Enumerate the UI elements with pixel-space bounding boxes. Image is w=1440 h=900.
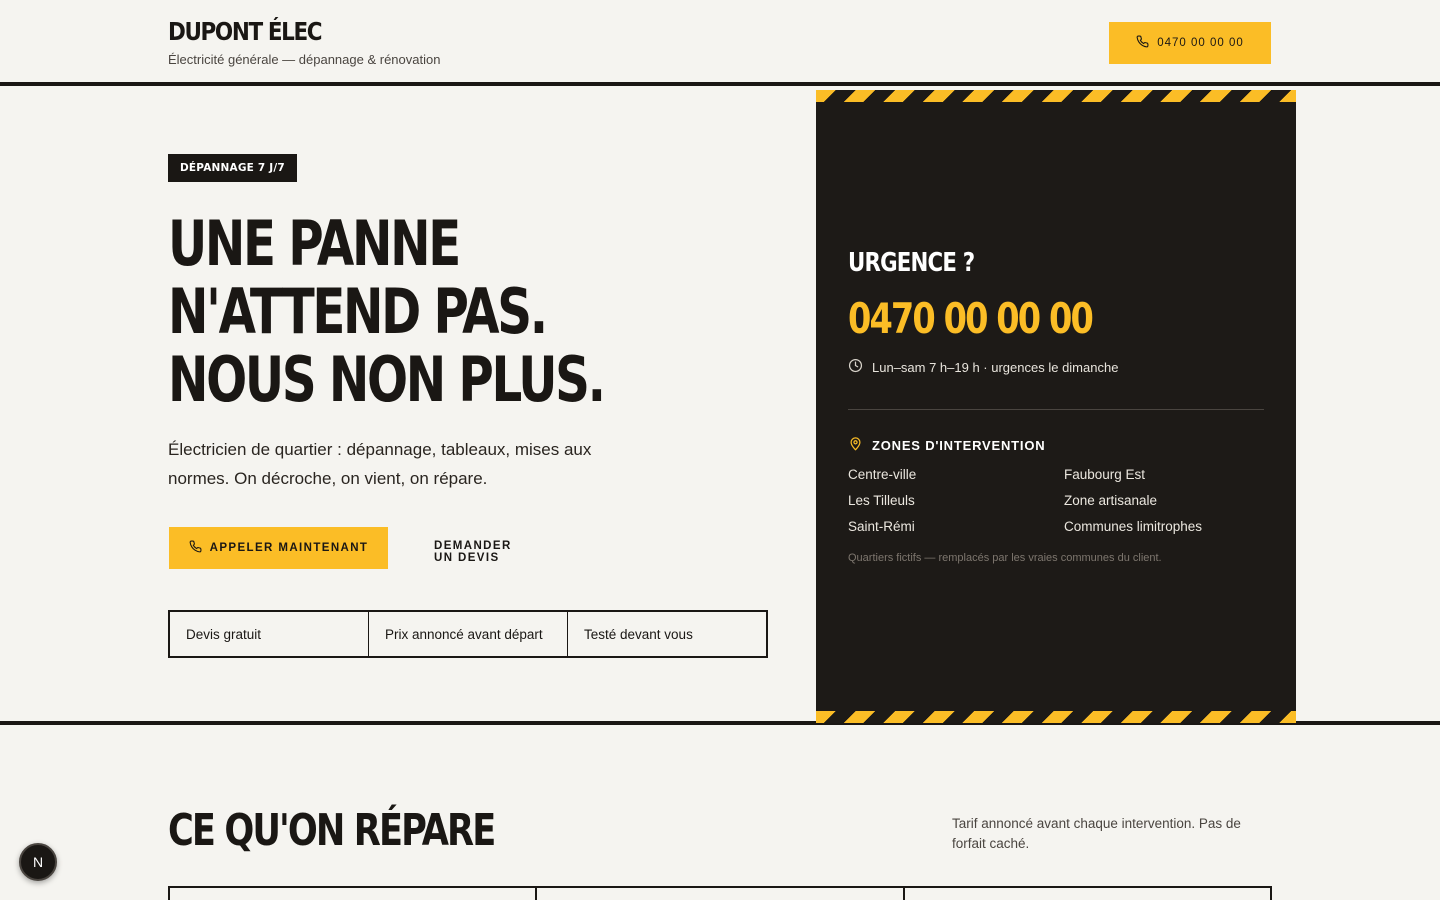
brand-name: DUPONT ÉLEC bbox=[168, 17, 323, 46]
dev-tools-label: N bbox=[32, 854, 44, 870]
service-card[interactable] bbox=[535, 888, 902, 900]
feature-item: Devis gratuit bbox=[186, 626, 262, 642]
clock-icon bbox=[848, 358, 863, 376]
phone-icon bbox=[1136, 35, 1149, 51]
zone-item: Les Tilleuls bbox=[848, 493, 915, 508]
emergency-panel: URGENCE ? 0470 00 00 00 Lun–sam 7 h–19 h… bbox=[816, 90, 1296, 723]
zones-list: Centre-ville Faubourg Est Les Tilleuls Z… bbox=[848, 466, 1264, 536]
feature-item: Prix annoncé avant départ bbox=[368, 612, 567, 656]
opening-hours-text: Lun–sam 7 h–19 h · urgences le dimanche bbox=[872, 359, 1119, 375]
features-strip: Devis gratuit Prix annoncé avant départ … bbox=[168, 610, 768, 658]
zone-item: Communes limitrophes bbox=[1064, 519, 1203, 534]
service-card[interactable] bbox=[170, 888, 535, 900]
zones-heading: ZONES D'INTERVENTION bbox=[848, 436, 1045, 454]
map-pin-icon bbox=[848, 436, 863, 454]
headline-line: N'ATTEND PAS. bbox=[168, 275, 548, 348]
emergency-title: URGENCE ? bbox=[848, 248, 975, 278]
zones-heading-text: ZONES D'INTERVENTION bbox=[872, 437, 1046, 453]
brand-tagline: Électricité générale — dépannage & rénov… bbox=[168, 52, 441, 67]
site-header: DUPONT ÉLEC Électricité générale — dépan… bbox=[0, 0, 1440, 86]
services-title: CE QU'ON RÉPARE bbox=[168, 805, 496, 856]
service-badge: DÉPANNAGE 7 J/7 bbox=[168, 154, 297, 182]
opening-hours: Lun–sam 7 h–19 h · urgences le dimanche bbox=[848, 358, 1118, 376]
call-now-button[interactable]: APPELER MAINTENANT bbox=[169, 527, 388, 569]
panel-divider bbox=[848, 409, 1264, 410]
feature-item: Testé devant vous bbox=[567, 612, 766, 656]
brand[interactable]: DUPONT ÉLEC Électricité générale — dépan… bbox=[168, 16, 440, 67]
dev-tools-button[interactable]: N bbox=[19, 843, 57, 881]
zones-note: Quartiers fictifs — remplacés par les vr… bbox=[848, 552, 1162, 564]
emergency-phone[interactable]: 0470 00 00 00 bbox=[848, 294, 1094, 343]
headline-line: UNE PANNE bbox=[168, 207, 461, 280]
service-card[interactable] bbox=[902, 888, 1270, 900]
zone-item: Zone artisanale bbox=[1064, 493, 1158, 508]
zone-item: Centre-ville bbox=[848, 467, 917, 482]
hazard-stripes-top bbox=[816, 90, 1296, 102]
call-now-label: APPELER MAINTENANT bbox=[209, 542, 369, 554]
services-note: Tarif annoncé avant chaque intervention.… bbox=[952, 816, 1241, 851]
hazard-stripes-bottom bbox=[816, 711, 1296, 723]
header-call-label: 0470 00 00 00 bbox=[1157, 37, 1244, 49]
header-call-button[interactable]: 0470 00 00 00 bbox=[1109, 22, 1271, 64]
zone-item: Saint-Rémi bbox=[848, 519, 915, 534]
zone-item: Faubourg Est bbox=[1064, 467, 1146, 482]
headline-line: NOUS NON PLUS. bbox=[168, 343, 606, 416]
services-grid bbox=[168, 886, 1272, 900]
phone-icon bbox=[189, 540, 202, 556]
request-quote-link[interactable]: DEMANDER UN DEVIS bbox=[434, 540, 512, 564]
hero-intro: Électricien de quartier : dépannage, tab… bbox=[168, 440, 592, 488]
hero-headline: UNE PANNE N'ATTEND PAS. NOUS NON PLUS. bbox=[168, 210, 728, 414]
